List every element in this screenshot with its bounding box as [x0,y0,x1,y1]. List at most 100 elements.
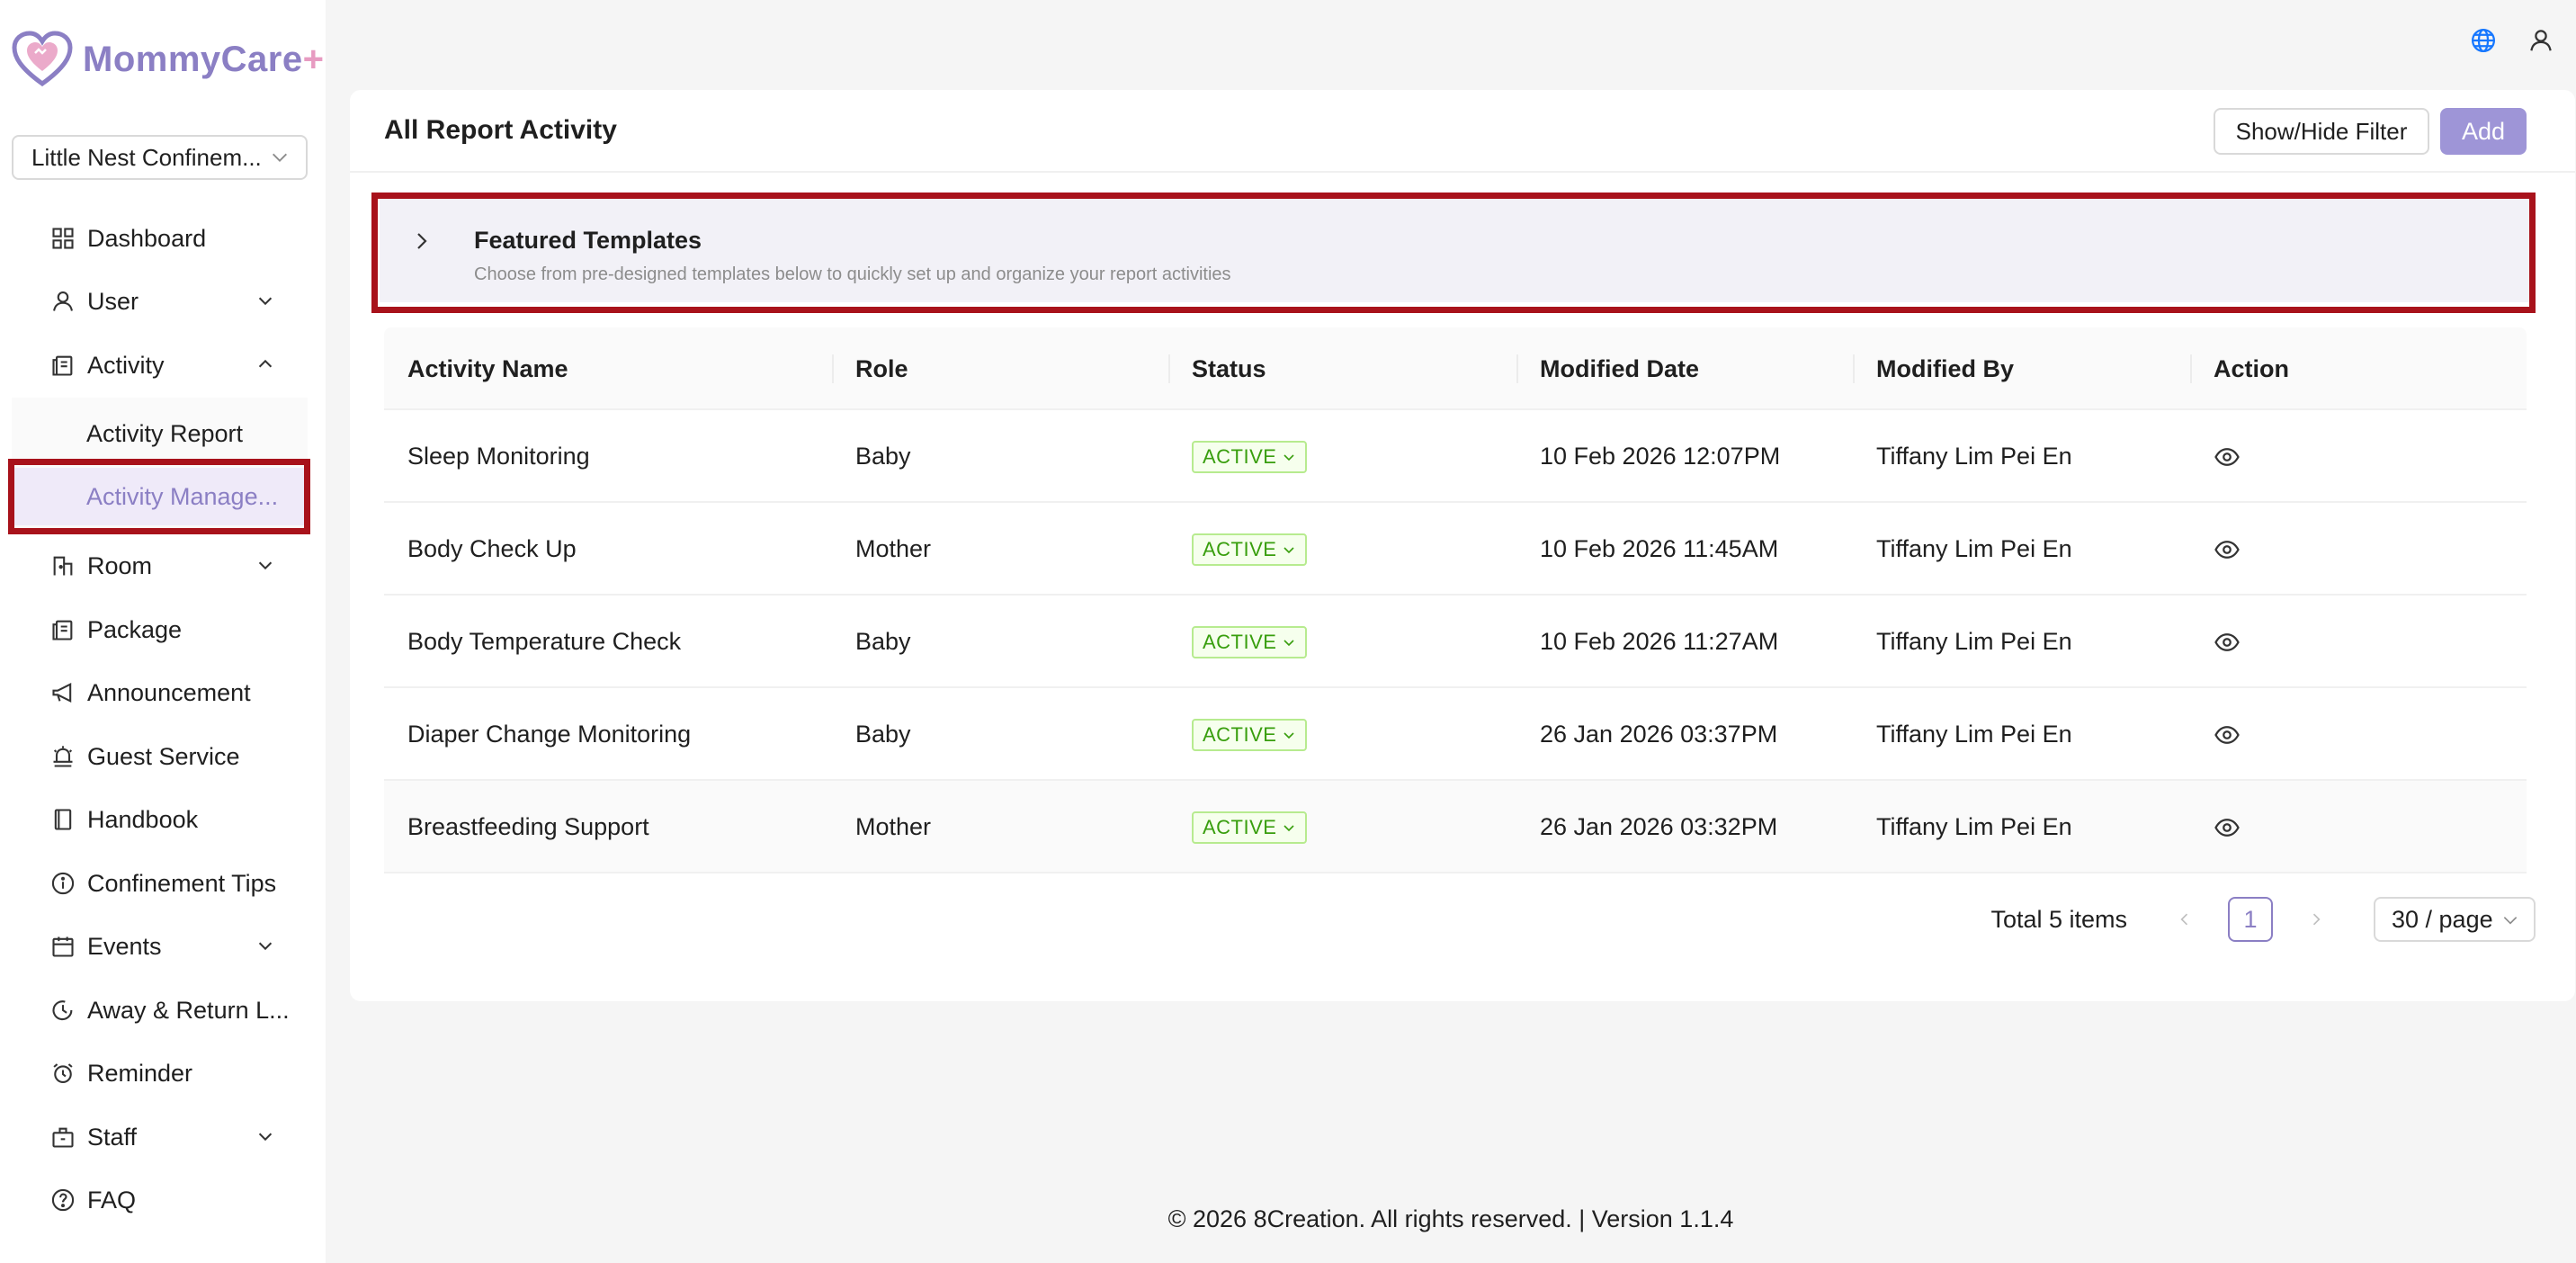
header-icons [2470,27,2554,54]
table-row[interactable]: Body Check Up Mother ACTIVE 10 Feb 2026 … [384,503,2527,596]
table-row[interactable]: Breastfeeding Support Mother ACTIVE 26 J… [384,781,2527,873]
column-header-modified-date: Modified Date [1516,327,1699,410]
cell-activity-name: Diaper Change Monitoring [407,721,692,748]
sidebar-item-staff[interactable]: Staff [12,1110,308,1164]
card-header: All Report Activity Show/Hide Filter Add [350,90,2575,173]
chevron-down-icon [273,153,287,162]
cell-action [2190,688,2241,781]
sidebar-item-label: Reminder [87,1059,193,1087]
eye-icon[interactable] [2214,629,2241,656]
chevron-up-icon [258,359,273,368]
eye-icon[interactable] [2214,721,2241,748]
eye-icon[interactable] [2214,536,2241,563]
table-row[interactable]: Diaper Change Monitoring Baby ACTIVE 26 … [384,688,2527,781]
package-icon [52,620,73,640]
status-badge[interactable]: ACTIVE [1192,811,1308,844]
calendar-icon [52,936,74,957]
sidebar-item-away-return[interactable]: Away & Return L... [12,983,308,1037]
organization-select[interactable]: Little Nest Confinem... [12,135,308,180]
sidebar-item-guest-service[interactable]: Guest Service [12,730,308,784]
cell-modified-by: Tiffany Lim Pei En [1876,443,2072,470]
status-badge[interactable]: ACTIVE [1192,625,1308,658]
cell-modified-date: 26 Jan 2026 03:37PM [1540,721,1778,748]
column-header-action: Action [2190,327,2289,410]
chevron-down-icon [258,297,273,306]
book-icon [54,809,72,830]
activity-table: Activity Name Role Status Modified Date … [384,327,2527,873]
cell-action [2190,596,2241,688]
pagination-prev-button[interactable] [2167,901,2203,937]
eye-icon[interactable] [2214,443,2241,470]
sidebar-item-label: Announcement [87,678,251,706]
alarm-icon [53,1063,73,1083]
cell-status: ACTIVE [1168,596,1308,688]
sidebar-item-faq[interactable]: FAQ [12,1173,308,1227]
cell-activity-name: Sleep Monitoring [407,443,590,470]
chevron-down-icon [258,1133,273,1142]
cell-modified-by: Tiffany Lim Pei En [1876,721,2072,748]
question-icon [51,1188,75,1212]
table-header: Activity Name Role Status Modified Date … [384,327,2527,410]
cell-modified-date: 10 Feb 2026 11:27AM [1540,628,1779,655]
chevron-right-icon[interactable] [411,230,433,252]
column-header-role: Role [832,327,908,410]
user-icon [53,291,73,311]
room-icon [53,556,73,576]
sidebar-item-handbook[interactable]: Handbook [12,793,308,846]
sidebar-item-label: Events [87,932,162,960]
sidebar-subitem-label: Activity Report [86,419,244,447]
cell-role: Baby [855,628,911,655]
chevron-down-icon [1284,639,1295,646]
cell-modified-by: Tiffany Lim Pei En [1876,535,2072,562]
cell-status: ACTIVE [1168,410,1308,503]
report-activity-card: All Report Activity Show/Hide Filter Add… [350,90,2575,1001]
chevron-down-icon [258,561,273,570]
sidebar-item-label: Staff [87,1123,138,1151]
sidebar-item-user[interactable]: User [12,274,308,328]
sidebar-subitem-activity-management[interactable]: Activity Manage... [12,468,308,525]
sidebar-item-label: Away & Return L... [87,996,290,1024]
sidebar-item-dashboard[interactable]: Dashboard [12,211,308,265]
cell-activity-name: Body Temperature Check [407,628,682,655]
sidebar-item-activity[interactable]: Activity [12,338,308,392]
app-name: MommyCare+ [83,39,325,79]
featured-templates-panel[interactable]: Featured Templates Choose from pre-desig… [380,196,2530,302]
sidebar-item-label: Confinement Tips [87,869,277,897]
sidebar-item-confinement-tips[interactable]: Confinement Tips [12,856,308,910]
cell-modified-by: Tiffany Lim Pei En [1876,628,2072,655]
sidebar-item-label: Room [87,551,153,579]
sidebar-item-announcement[interactable]: Announcement [12,666,308,720]
cell-role: Baby [855,443,911,470]
sidebar-subitem-activity-report[interactable]: Activity Report [12,405,308,462]
status-badge[interactable]: ACTIVE [1192,533,1308,566]
sidebar-item-events[interactable]: Events [12,919,308,973]
cell-activity-name: Body Check Up [407,535,577,562]
featured-templates-subtitle: Choose from pre-designed templates below… [474,264,1231,284]
globe-icon[interactable] [2470,27,2497,54]
cell-role: Mother [855,813,932,840]
sidebar-item-package[interactable]: Package [12,603,308,657]
page-size-select[interactable]: 30 / page [2374,897,2536,942]
table-row[interactable]: Sleep Monitoring Baby ACTIVE 10 Feb 2026… [384,410,2527,503]
pagination-page-1[interactable]: 1 [2228,897,2273,942]
user-icon[interactable] [2527,27,2554,54]
column-header-activity-name: Activity Name [407,354,568,382]
pagination-next-button[interactable] [2298,901,2334,937]
show-hide-filter-button[interactable]: Show/Hide Filter [2214,108,2429,155]
page-title: All Report Activity [384,115,617,145]
table-row[interactable]: Body Temperature Check Baby ACTIVE 10 Fe… [384,596,2527,688]
footer-text: © 2026 8Creation. All rights reserved. |… [1167,1205,1734,1232]
eye-icon[interactable] [2214,814,2241,841]
status-badge[interactable]: ACTIVE [1192,718,1308,751]
add-button[interactable]: Add [2440,108,2527,155]
app-logo[interactable]: MommyCare+ [11,25,324,94]
chevron-down-icon [1284,546,1295,553]
organization-select-value: Little Nest Confinem... [31,143,262,171]
sidebar: MommyCare+ Little Nest Confinem... Dashb… [0,0,326,1263]
chevron-right-icon [2312,913,2321,926]
pagination-total: Total 5 items [1990,905,2127,933]
sidebar-item-label: Guest Service [87,742,240,770]
sidebar-item-room[interactable]: Room [12,539,308,593]
status-badge[interactable]: ACTIVE [1192,440,1308,473]
sidebar-item-reminder[interactable]: Reminder [12,1046,308,1100]
